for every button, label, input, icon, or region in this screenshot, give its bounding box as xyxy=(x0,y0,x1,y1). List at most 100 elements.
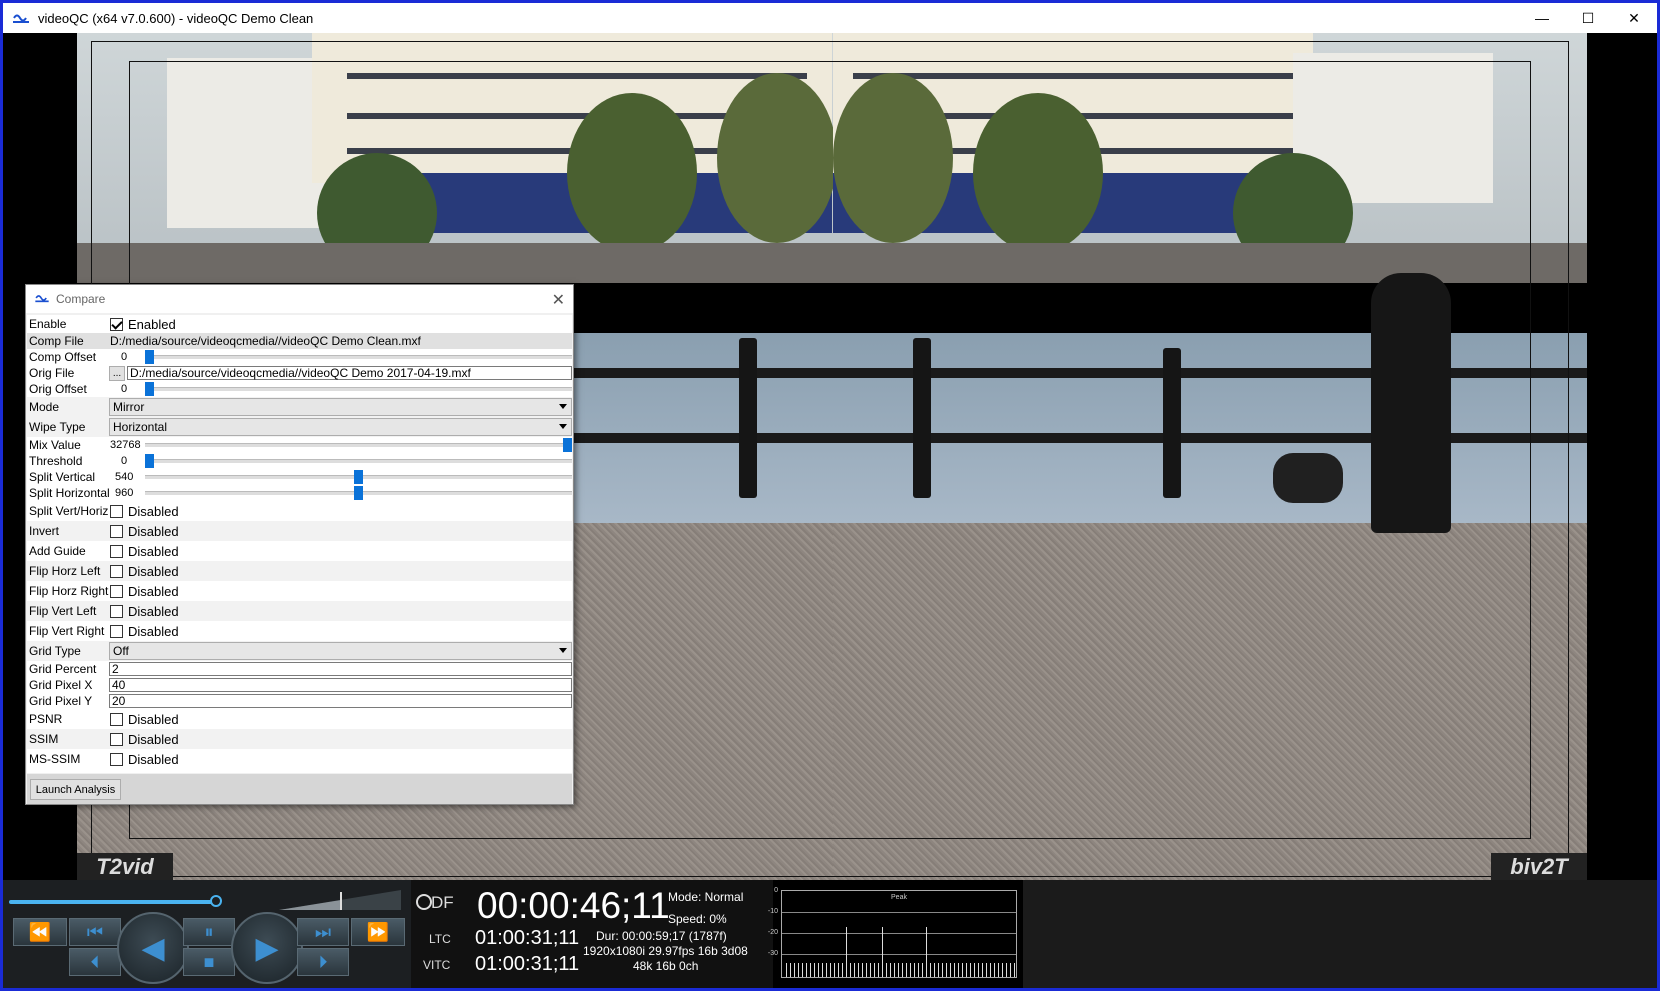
comp-offset-slider-thumb[interactable] xyxy=(145,350,154,364)
row-split-horizontal: Split Horizontal 960 xyxy=(27,485,572,501)
step-back-icon: ⏴ xyxy=(90,951,100,972)
play-button[interactable]: ▶ xyxy=(231,912,303,984)
peak-bar xyxy=(1010,963,1011,977)
row-flip-horz-left: Flip Horz Left Disabled xyxy=(27,561,572,581)
peak-bar xyxy=(938,963,939,977)
orig-offset-slider-thumb[interactable] xyxy=(145,382,154,396)
jog-shuttle-wedge[interactable] xyxy=(279,890,401,910)
psnr-checkbox[interactable] xyxy=(110,712,123,726)
peak-bar xyxy=(902,963,903,977)
peak-bar xyxy=(834,963,835,977)
comp-offset-slider-track[interactable] xyxy=(145,355,572,359)
peak-tick-label: -10 xyxy=(767,908,778,915)
peak-bar xyxy=(950,963,951,977)
mode-dropdown[interactable]: Mirror xyxy=(109,398,572,416)
close-button[interactable]: ✕ xyxy=(1611,3,1657,33)
row-threshold: Threshold 0 xyxy=(27,453,572,469)
invert-checkbox[interactable] xyxy=(110,524,123,538)
split-vertical-value: 540 xyxy=(115,471,134,483)
mix-value-slider-thumb[interactable] xyxy=(563,438,572,452)
peak-grid-line xyxy=(782,954,1016,955)
row-label: MS-SSIM xyxy=(29,752,81,766)
peak-bar xyxy=(802,963,803,977)
peak-bar xyxy=(858,963,859,977)
compare-title-bar[interactable]: Compare ✕ xyxy=(26,285,573,313)
row-ssim: SSIM Disabled xyxy=(27,729,572,749)
chevron-down-icon xyxy=(559,404,567,409)
threshold-slider-track[interactable] xyxy=(145,459,572,463)
mix-value-slider-track[interactable] xyxy=(145,443,572,447)
row-flip-horz-right: Flip Horz Right Disabled xyxy=(27,581,572,601)
add-guide-checkbox[interactable] xyxy=(110,544,123,558)
row-label: Invert xyxy=(29,524,60,538)
peak-bar xyxy=(1014,963,1015,977)
peak-tick-label: -20 xyxy=(767,929,778,936)
compare-footer: Launch Analysis xyxy=(27,774,572,804)
pause-button[interactable]: ⏸ xyxy=(183,918,235,946)
audio-info: 48k 16b 0ch xyxy=(633,959,699,973)
row-grid-pixel-x: Grid Pixel X 40 xyxy=(27,677,572,693)
peak-bar xyxy=(826,963,827,977)
ssim-checkbox[interactable] xyxy=(110,732,123,746)
drop-frame-icon[interactable] xyxy=(416,894,432,910)
ltc-value: 01:00:31;11 xyxy=(475,927,580,949)
split-vertical-slider-thumb[interactable] xyxy=(354,470,363,484)
row-label: Flip Horz Left xyxy=(29,564,101,578)
grid-type-dropdown[interactable]: Off xyxy=(109,642,572,660)
videoqc-app-icon xyxy=(34,292,50,306)
orig-offset-value: 0 xyxy=(121,383,128,395)
go-to-end-button[interactable]: ⏭ xyxy=(297,918,349,946)
flip-horz-left-checkbox[interactable] xyxy=(110,564,123,578)
compare-close-icon[interactable]: ✕ xyxy=(552,290,565,310)
row-comp-file: Comp File D:/media/source/videoqcmedia//… xyxy=(27,333,572,349)
row-split-vert-horiz: Split Vert/Horiz Disabled xyxy=(27,501,572,521)
maximize-button[interactable]: ☐ xyxy=(1565,3,1611,33)
go-to-start-button[interactable]: ⏮ xyxy=(69,918,121,946)
play-speed: Speed: 0% xyxy=(668,912,727,926)
minimize-button[interactable]: — xyxy=(1519,3,1565,33)
fast-rewind-button[interactable]: ⏪ xyxy=(13,918,67,946)
orig-file-browse-button[interactable]: ... xyxy=(109,365,125,381)
peak-bar xyxy=(974,963,975,977)
enable-checkbox[interactable] xyxy=(110,317,123,331)
row-label: Orig File xyxy=(29,366,75,380)
launch-analysis-button[interactable]: Launch Analysis xyxy=(30,779,121,800)
fast-forward-icon: ⏩ xyxy=(366,921,390,942)
seek-bar-thumb[interactable] xyxy=(209,895,222,907)
peak-bar xyxy=(894,963,895,977)
compare-properties-grid: Enable Enabled Comp File D:/media/source… xyxy=(27,315,572,773)
fast-forward-button[interactable]: ⏩ xyxy=(351,918,405,946)
watermark-logo-right: biv2T xyxy=(1491,853,1587,880)
step-back-button[interactable]: ⏴ xyxy=(69,948,121,976)
comp-file-path[interactable]: D:/media/source/videoqcmedia//videoQC De… xyxy=(109,334,421,348)
split-vert-horiz-checkbox[interactable] xyxy=(110,504,123,518)
step-forward-button[interactable]: ⏵ xyxy=(297,948,349,976)
row-split-vertical: Split Vertical 540 xyxy=(27,469,572,485)
orig-file-input[interactable]: D:/media/source/videoqcmedia//videoQC De… xyxy=(127,366,572,380)
grid-pixel-y-input[interactable]: 20 xyxy=(109,694,572,708)
peak-tick-label: 0 xyxy=(774,887,778,894)
flip-horz-right-checkbox[interactable] xyxy=(110,584,123,598)
split-horizontal-slider-thumb[interactable] xyxy=(354,486,363,500)
ltc-label: LTC xyxy=(429,932,451,946)
orig-offset-slider-track[interactable] xyxy=(145,387,572,391)
peak-bar xyxy=(870,963,871,977)
peak-bar xyxy=(882,927,883,977)
flip-vert-right-checkbox[interactable] xyxy=(110,624,123,638)
flip-vert-left-checkbox[interactable] xyxy=(110,604,123,618)
ms-ssim-checkbox[interactable] xyxy=(110,752,123,766)
peak-bar xyxy=(822,963,823,977)
grid-pixel-x-input[interactable]: 40 xyxy=(109,678,572,692)
play-reverse-button[interactable]: ◀ xyxy=(117,912,189,984)
title-bar[interactable]: videoQC (x64 v7.0.600) - videoQC Demo Cl… xyxy=(3,3,1657,33)
grid-percent-input[interactable]: 2 xyxy=(109,662,572,676)
comp-offset-value: 0 xyxy=(121,351,128,363)
checkbox-text: Disabled xyxy=(128,731,179,747)
skip-back-icon: ⏮ xyxy=(86,921,104,942)
seek-bar-fill[interactable] xyxy=(9,900,216,904)
stop-icon: ■ xyxy=(203,951,215,972)
peak-bar xyxy=(806,963,807,977)
wipe-type-dropdown[interactable]: Horizontal xyxy=(109,418,572,436)
stop-button[interactable]: ■ xyxy=(183,948,235,976)
threshold-slider-thumb[interactable] xyxy=(145,454,154,468)
